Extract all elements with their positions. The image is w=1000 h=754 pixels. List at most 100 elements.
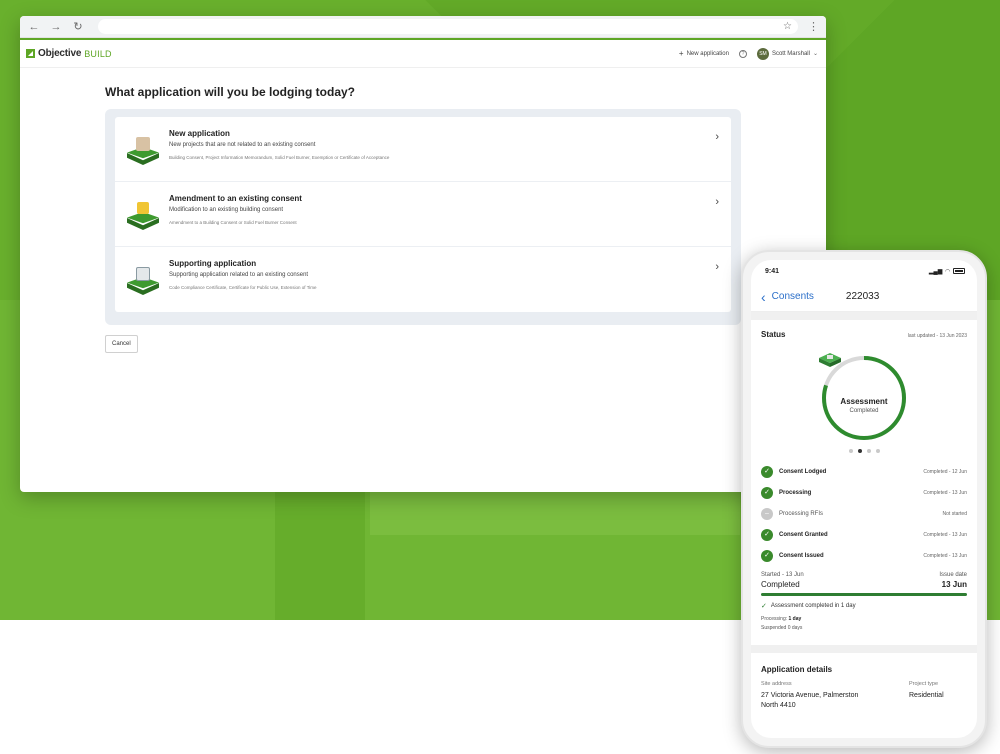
progress-fill: [761, 593, 967, 596]
issue-date-value: 13 Jun: [941, 580, 967, 589]
new-application-label: New application: [686, 50, 729, 57]
details-title: Application details: [761, 665, 833, 674]
browser-toolbar: ← → ↻ ☆ ⋮: [20, 16, 826, 38]
ring-subtitle: Completed: [849, 408, 879, 414]
divider: [751, 312, 977, 320]
chevron-left-icon[interactable]: ‹: [761, 290, 766, 304]
page-title: What application will you be lodging tod…: [105, 85, 355, 99]
step-name: Consent Granted: [779, 531, 828, 538]
consent-number: 222033: [845, 291, 880, 302]
wifi-icon: ◠: [945, 268, 950, 275]
step-status: Completed - 12 Jun: [923, 468, 967, 475]
carousel-dot[interactable]: [848, 449, 853, 453]
forward-icon[interactable]: →: [50, 21, 62, 33]
check-icon: ✓: [761, 549, 773, 562]
application-options: New application New projects that are no…: [105, 109, 741, 325]
assessment-note: ✓ Assessment completed in 1 day: [761, 602, 967, 610]
reload-icon[interactable]: ↻: [72, 21, 84, 33]
project-type-label: Project type: [909, 681, 939, 687]
project-type-value: Residential: [909, 692, 944, 699]
suspended-line: Suspended 0 days: [761, 625, 803, 631]
step-name: Processing: [779, 489, 812, 496]
option-description: New projects that are not related to an …: [169, 142, 316, 148]
star-icon[interactable]: ☆: [783, 19, 792, 34]
processing-line: Processing: 1 day: [761, 616, 967, 622]
signal-icon: ▂▄▆: [928, 268, 943, 275]
processing-value: 1 day: [788, 616, 802, 622]
status-steps: ✓ Consent Lodged Completed - 12 Jun ✓ Pr…: [761, 461, 967, 566]
house-illustration-icon: [125, 131, 161, 167]
back-icon[interactable]: ←: [28, 21, 40, 33]
option-supporting-application[interactable]: Supporting application Supporting applic…: [115, 247, 731, 312]
phone-frame: 9:41 ▂▄▆ ◠ ‹ Consents 222033 Status last…: [741, 250, 987, 748]
user-menu[interactable]: SM Scott Marshall ⌄: [756, 47, 818, 60]
address-bar[interactable]: ☆: [98, 19, 798, 34]
new-application-link[interactable]: + New application: [679, 49, 729, 58]
clock: 9:41: [765, 267, 780, 275]
carousel-dot[interactable]: [875, 449, 880, 453]
option-subtext: Code Compliance Certificate, Certificate…: [169, 285, 317, 290]
step-row: ✓ Consent Granted Completed - 13 Jun: [761, 524, 967, 545]
issue-date-label: Issue date: [939, 572, 967, 578]
option-description: Supporting application related to an exi…: [169, 272, 309, 278]
status-section: Status last updated - 13 Jun 2023 Assess…: [751, 320, 977, 631]
assessment-note-text: Assessment completed in 1 day: [770, 603, 856, 609]
option-subtext: Building Consent, Project Information Me…: [169, 155, 390, 160]
step-row: ✓ Processing Completed - 13 Jun: [761, 482, 967, 503]
check-icon: ✓: [761, 603, 767, 610]
step-name: Consent Issued: [779, 552, 824, 559]
option-title: Supporting application: [169, 259, 257, 268]
browser-window: ← → ↻ ☆ ⋮ Objective BUILD + New applicat…: [20, 16, 826, 492]
carousel-dot[interactable]: [857, 449, 862, 453]
divider: [751, 645, 977, 653]
step-status: Completed - 13 Jun: [923, 552, 967, 559]
option-new-application[interactable]: New application New projects that are no…: [115, 117, 731, 182]
battery-icon: [953, 268, 965, 274]
site-address-line: 27 Victoria Avenue, Palmerston: [761, 692, 859, 699]
step-status: Completed - 13 Jun: [923, 531, 967, 538]
check-icon: ✓: [761, 465, 773, 478]
logo-mark-icon: [26, 49, 35, 58]
step-name: Consent Lodged: [779, 468, 827, 475]
option-title: Amendment to an existing consent: [169, 194, 302, 203]
crane-illustration-icon: [125, 196, 161, 232]
option-subtext: Amendment to a Building Consent or Solid…: [169, 220, 297, 225]
application-details: Application details Site address 27 Vict…: [751, 653, 977, 711]
logo-text: Objective: [38, 48, 82, 59]
carousel-dot[interactable]: [866, 449, 871, 453]
dates-row: Started - 13 Jun Completed Issue date 13…: [761, 572, 967, 589]
chevron-down-icon: ⌄: [812, 51, 818, 57]
status-ring[interactable]: Assessment Completed: [819, 353, 909, 443]
chevron-right-icon: ›: [715, 131, 719, 143]
step-row: – Processing RFIs Not started: [761, 503, 967, 524]
started-label: Started - 13 Jun: [761, 572, 804, 578]
document-illustration-icon: [125, 261, 161, 297]
step-row: ✓ Consent Lodged Completed - 12 Jun: [761, 461, 967, 482]
user-name: Scott Marshall: [771, 50, 810, 57]
last-updated: last updated - 13 Jun 2023: [907, 333, 967, 339]
avatar: SM: [756, 47, 769, 60]
phone-screen: 9:41 ▂▄▆ ◠ ‹ Consents 222033 Status last…: [751, 260, 977, 738]
chevron-right-icon: ›: [715, 261, 719, 273]
started-value: Completed: [761, 580, 800, 589]
step-name: Processing RFIs: [779, 510, 824, 517]
step-row: ✓ Consent Issued Completed - 13 Jun: [761, 545, 967, 566]
option-amendment[interactable]: Amendment to an existing consent Modific…: [115, 182, 731, 247]
carousel-dots[interactable]: [761, 449, 967, 453]
help-icon[interactable]: ?: [738, 49, 747, 58]
plus-icon: +: [678, 49, 684, 58]
menu-dots-icon[interactable]: ⋮: [808, 20, 819, 33]
cancel-button[interactable]: Cancel: [105, 335, 138, 353]
site-address-label: Site address: [761, 681, 792, 687]
app-header: Objective BUILD + New application ? SM S…: [20, 38, 826, 68]
option-title: New application: [169, 129, 230, 138]
check-icon: ✓: [761, 486, 773, 499]
header-actions: + New application ? SM Scott Marshall ⌄: [679, 47, 818, 60]
option-description: Modification to an existing building con…: [169, 207, 284, 213]
site-address-line: North 4410: [761, 702, 796, 709]
logo[interactable]: Objective BUILD: [26, 48, 112, 59]
back-button[interactable]: Consents: [772, 291, 814, 302]
phone-status-bar: 9:41 ▂▄▆ ◠: [751, 260, 977, 282]
logo-suffix: BUILD: [84, 48, 112, 59]
ring-title: Assessment: [840, 397, 888, 406]
